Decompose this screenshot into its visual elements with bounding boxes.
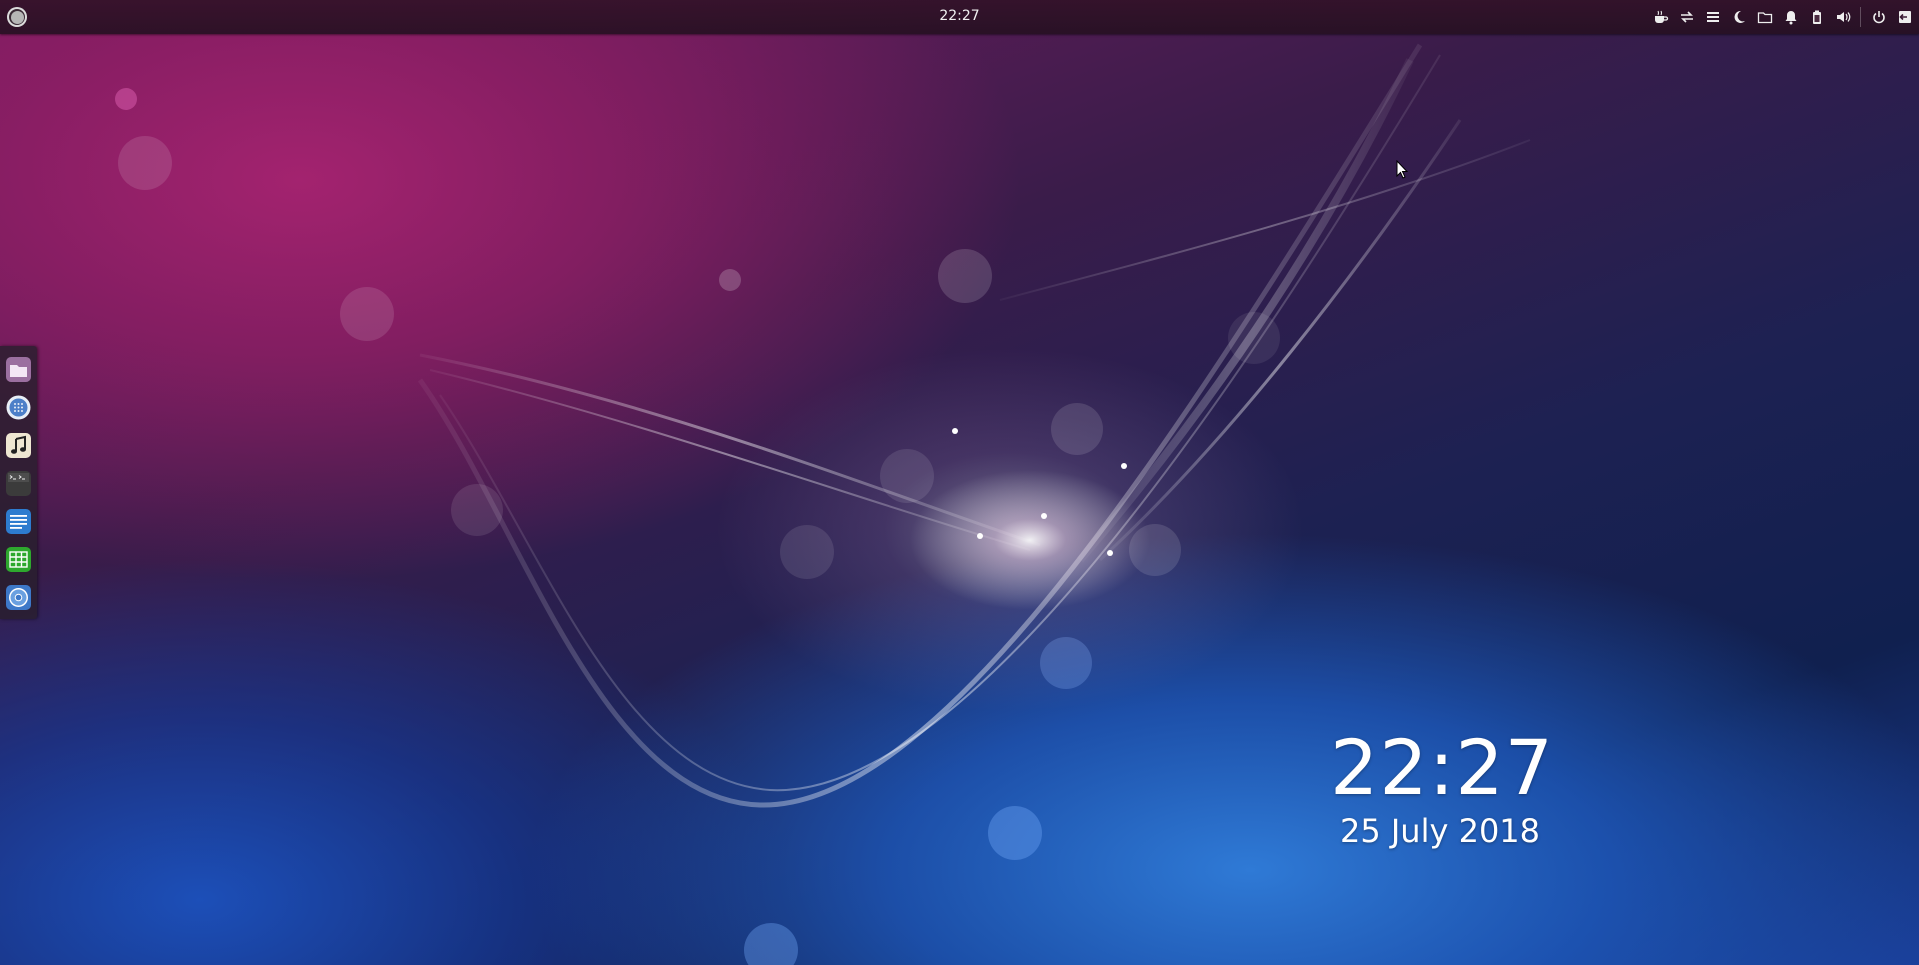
wallpaper-light-waves bbox=[115, 43, 1531, 965]
dock bbox=[0, 346, 37, 619]
terminal-icon bbox=[6, 471, 31, 496]
desktop-clock-date: 25 July 2018 bbox=[1339, 812, 1541, 850]
dock-item-music-player[interactable] bbox=[5, 432, 32, 459]
music-note-icon bbox=[6, 433, 31, 458]
top-panel: 22:27 bbox=[0, 0, 1919, 34]
desktop-clock-widget: 22:27 25 July 2018 bbox=[1330, 723, 1555, 851]
power-icon[interactable] bbox=[1870, 9, 1887, 26]
system-tray bbox=[1652, 6, 1913, 28]
dock-item-spreadsheet[interactable] bbox=[5, 546, 32, 573]
dock-item-text-editor[interactable] bbox=[5, 508, 32, 535]
hamburger-menu-icon[interactable] bbox=[1704, 9, 1721, 26]
folder-icon[interactable] bbox=[1756, 9, 1773, 26]
battery-icon[interactable] bbox=[1808, 9, 1825, 26]
chromium-icon bbox=[6, 585, 31, 610]
bell-icon[interactable] bbox=[1782, 9, 1799, 26]
coffee-cup-icon[interactable] bbox=[1652, 9, 1669, 26]
dock-item-terminal[interactable] bbox=[5, 470, 32, 497]
files-folder-icon bbox=[6, 357, 31, 382]
sync-arrows-icon[interactable] bbox=[1678, 9, 1695, 26]
dock-item-app-grid[interactable] bbox=[5, 394, 32, 421]
moon-icon[interactable] bbox=[1730, 9, 1747, 26]
spreadsheet-grid-icon bbox=[6, 547, 31, 572]
desktop-clock-time: 22:27 bbox=[1330, 723, 1555, 812]
panel-clock[interactable]: 22:27 bbox=[0, 8, 1919, 24]
mouse-pointer-icon bbox=[1396, 160, 1409, 179]
dock-item-chromium-browser[interactable] bbox=[5, 584, 32, 611]
desktop-wallpaper[interactable]: 22:27 22:27 25 July 2018 bbox=[0, 0, 1919, 965]
app-grid-icon bbox=[6, 395, 31, 420]
logout-icon[interactable] bbox=[1896, 9, 1913, 26]
volume-icon[interactable] bbox=[1834, 9, 1851, 26]
tray-separator bbox=[1860, 7, 1861, 27]
dock-item-files[interactable] bbox=[5, 356, 32, 383]
document-lines-icon bbox=[6, 509, 31, 534]
